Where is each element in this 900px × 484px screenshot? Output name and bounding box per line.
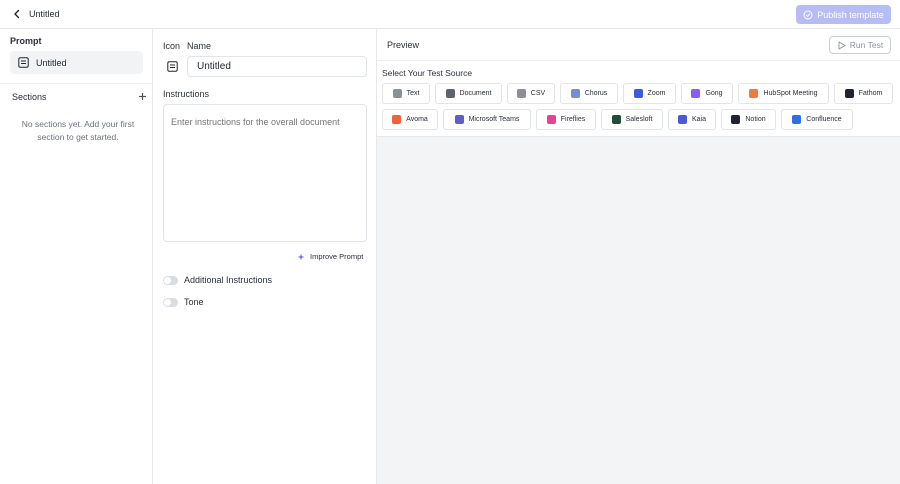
source-label: Zoom [647, 90, 666, 97]
prompt-item-label: Untitled [36, 57, 67, 68]
run-test-label: Run Test [849, 40, 884, 50]
instructions-label: Instructions [163, 89, 210, 99]
confluence-icon [792, 115, 802, 124]
preview-panel: Preview Run Test Select Your Test Source… [377, 29, 900, 484]
sparkle-icon [297, 253, 305, 260]
icon-label: Icon [163, 41, 181, 51]
source-label: Microsoft Teams [468, 116, 520, 123]
preview-heading: Preview [387, 40, 420, 50]
source-button-csv[interactable]: CSV [507, 83, 555, 104]
source-label: Gong [705, 90, 723, 97]
zoom-icon [633, 89, 643, 98]
source-label: Text [406, 90, 420, 97]
lines-icon [392, 89, 402, 98]
additional-instructions-toggle[interactable] [163, 275, 178, 285]
instructions-textarea[interactable] [163, 104, 367, 242]
source-button-gong[interactable]: Gong [681, 83, 733, 104]
tone-label: Tone [184, 297, 204, 307]
source-button-document[interactable]: Document [435, 83, 502, 104]
top-bar: Untitled Publish template [0, 0, 900, 29]
additional-instructions-label: Additional Instructions [184, 275, 273, 285]
name-input[interactable] [187, 56, 367, 77]
document-layout-icon [167, 61, 178, 72]
source-label: Fireflies [560, 116, 586, 123]
add-section-plus-icon[interactable] [136, 90, 148, 102]
source-button-chorus[interactable]: Chorus [560, 83, 618, 104]
hubspot-icon [749, 89, 759, 98]
check-circle-icon [803, 10, 813, 19]
source-button-salesloft[interactable]: Salesloft [601, 109, 663, 130]
source-label: Avoma [406, 116, 428, 123]
chorus-icon [570, 89, 580, 98]
empty-sections-message: No sections yet. Add your first section … [21, 119, 135, 142]
sections-heading: Sections [12, 92, 47, 102]
additional-instructions-row: Additional Instructions [163, 275, 272, 285]
file-icon [516, 89, 526, 98]
document-icon [445, 89, 455, 98]
fathom-icon [844, 89, 854, 98]
document-layout-icon [18, 57, 29, 68]
left-panel: Prompt Untitled Sections No sections yet… [0, 29, 153, 484]
source-label: Fathom [858, 90, 883, 97]
gong-icon [691, 89, 701, 98]
source-button-avoma[interactable]: Avoma [382, 109, 438, 130]
source-button-text[interactable]: Text [382, 83, 430, 104]
source-row-2: Avoma Microsoft Teams Fireflies Salesloft Ka… [382, 109, 853, 130]
name-label: Name [187, 41, 212, 51]
icon-picker[interactable] [163, 57, 182, 76]
prompt-heading: Prompt [10, 36, 42, 46]
improve-prompt-label: Improve Prompt [310, 252, 364, 261]
publish-template-button[interactable]: Publish template [796, 5, 891, 24]
preview-area [377, 136, 900, 484]
source-button-fathom[interactable]: Fathom [834, 83, 893, 104]
source-label: Chorus [584, 90, 608, 97]
source-label: Salesloft [625, 116, 653, 123]
tone-row: Tone [163, 297, 204, 307]
source-button-kaia[interactable]: Kaia [668, 109, 716, 130]
test-source-heading: Select Your Test Source [382, 68, 473, 78]
divider [0, 83, 152, 84]
document-title: Untitled [29, 9, 60, 19]
publish-template-label: Publish template [817, 9, 884, 20]
source-button-confluence[interactable]: Confluence [781, 109, 853, 130]
source-label: Document [459, 90, 492, 97]
source-label: Kaia [691, 116, 706, 123]
prompt-item[interactable]: Untitled [10, 51, 143, 74]
back-arrow-icon[interactable] [10, 7, 24, 21]
fireflies-icon [546, 115, 556, 124]
source-button-zoom[interactable]: Zoom [623, 83, 676, 104]
improve-prompt-button[interactable]: Improve Prompt [297, 252, 363, 261]
kaia-icon [677, 115, 687, 124]
editor-panel: Icon Name Instructions Improve Prompt Ad… [153, 29, 377, 484]
salesloft-icon [611, 115, 621, 124]
divider [377, 60, 900, 61]
play-icon [838, 41, 846, 49]
notion-icon [731, 115, 741, 124]
source-button-hubspot-meeting[interactable]: HubSpot Meeting [738, 83, 829, 104]
source-button-microsoft-teams[interactable]: Microsoft Teams [443, 109, 531, 130]
source-label: Notion [745, 116, 766, 123]
source-button-fireflies[interactable]: Fireflies [536, 109, 596, 130]
run-test-button[interactable]: Run Test [829, 36, 891, 54]
source-label: CSV [530, 90, 546, 97]
tone-toggle[interactable] [163, 297, 178, 307]
teams-icon [454, 115, 464, 124]
avoma-icon [392, 115, 402, 124]
source-label: Confluence [806, 116, 842, 123]
source-label: HubSpot Meeting [763, 90, 818, 97]
source-row-1: Text Document CSV Chorus Zoom Gong HubSpot Mee… [382, 83, 893, 104]
source-button-notion[interactable]: Notion [721, 109, 776, 130]
